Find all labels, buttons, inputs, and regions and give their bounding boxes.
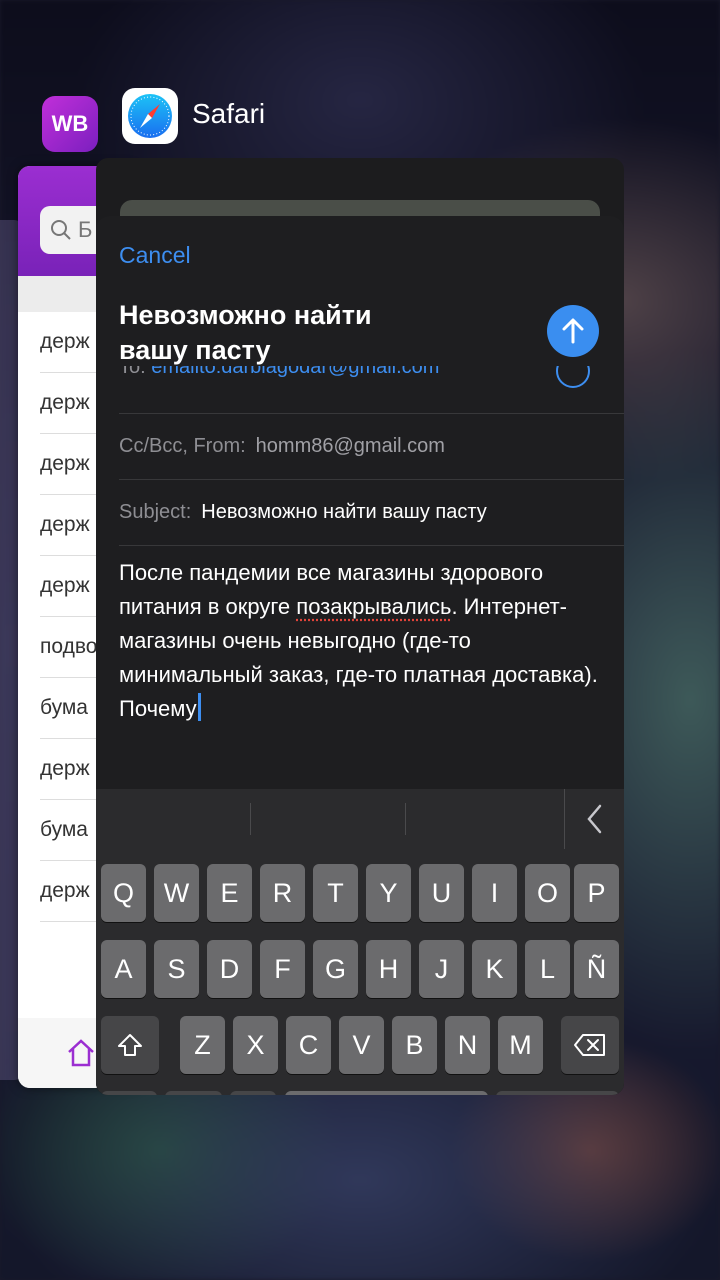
- key-l[interactable]: L: [525, 940, 570, 998]
- return-key[interactable]: intro: [496, 1091, 619, 1095]
- page-title: Невозможно найти вашу пасту: [119, 300, 372, 365]
- shift-key[interactable]: [101, 1016, 159, 1074]
- key-t[interactable]: T: [313, 864, 358, 922]
- key-g[interactable]: G: [313, 940, 358, 998]
- key-w[interactable]: W: [154, 864, 199, 922]
- suggestion-divider: [405, 803, 406, 835]
- globe-key[interactable]: [165, 1091, 222, 1095]
- key-n-tilde[interactable]: Ñ: [574, 940, 619, 998]
- key-z[interactable]: Z: [180, 1016, 225, 1074]
- text-cursor: [197, 693, 201, 721]
- to-label: To:: [119, 366, 146, 378]
- wb-search-text: Б: [78, 217, 93, 242]
- app-switcher-title: Safari: [192, 98, 266, 129]
- cc-from-label: Cc/Bcc, From:: [119, 435, 246, 457]
- safari-app-card[interactable]: Cancel Невозможно найти вашу пасту To: e…: [96, 158, 624, 1095]
- home-icon[interactable]: [66, 1038, 96, 1068]
- from-email[interactable]: homm86@gmail.com: [256, 435, 445, 458]
- suggestion-bar: [96, 789, 624, 849]
- key-k[interactable]: K: [472, 940, 517, 998]
- key-d[interactable]: D: [207, 940, 252, 998]
- numbers-key[interactable]: 123: [101, 1091, 157, 1095]
- key-r[interactable]: R: [260, 864, 305, 922]
- space-key[interactable]: espacio: [285, 1091, 488, 1095]
- key-x[interactable]: X: [233, 1016, 278, 1074]
- key-q[interactable]: Q: [101, 864, 146, 922]
- compass-icon: [128, 94, 172, 138]
- key-f[interactable]: F: [260, 940, 305, 998]
- send-button[interactable]: [547, 305, 599, 357]
- key-c[interactable]: C: [286, 1016, 331, 1074]
- shift-icon: [118, 1034, 142, 1056]
- keyboard: Q W E R T Y U I O P A S D F G H J K L Ñ: [96, 789, 624, 1095]
- safari-app-icon: [122, 88, 178, 144]
- key-o[interactable]: O: [525, 864, 570, 922]
- key-m[interactable]: M: [498, 1016, 543, 1074]
- to-field[interactable]: To: emailto:darblagodar@gmail.com: [119, 366, 624, 414]
- add-contact-icon[interactable]: [556, 366, 590, 388]
- cancel-button[interactable]: Cancel: [119, 242, 191, 269]
- suggestion-divider: [250, 803, 251, 835]
- wb-app-icon: WB: [42, 96, 98, 152]
- key-e[interactable]: E: [207, 864, 252, 922]
- subject-field[interactable]: Subject: Невозможно найти вашу пасту: [119, 480, 624, 546]
- dictation-key[interactable]: [230, 1091, 276, 1095]
- misspelled-word[interactable]: позакрывались: [296, 594, 451, 619]
- chevron-left-icon: [586, 804, 601, 834]
- collapse-suggestions-button[interactable]: [564, 789, 624, 849]
- key-i[interactable]: I: [472, 864, 517, 922]
- key-j[interactable]: J: [419, 940, 464, 998]
- cc-from-field[interactable]: Cc/Bcc, From: homm86@gmail.com: [119, 414, 624, 480]
- key-b[interactable]: B: [392, 1016, 437, 1074]
- mail-compose-sheet: Cancel Невозможно найти вашу пасту To: e…: [96, 216, 624, 1095]
- key-h[interactable]: H: [366, 940, 411, 998]
- backspace-key[interactable]: [561, 1016, 619, 1074]
- search-icon: [51, 220, 71, 240]
- subject-label: Subject:: [119, 501, 192, 523]
- key-p[interactable]: P: [574, 864, 619, 922]
- arrow-up-icon: [562, 318, 584, 344]
- key-u[interactable]: U: [419, 864, 464, 922]
- key-n[interactable]: N: [445, 1016, 490, 1074]
- key-y[interactable]: Y: [366, 864, 411, 922]
- to-recipient[interactable]: emailto:darblagodar@gmail.com: [151, 366, 439, 378]
- key-v[interactable]: V: [339, 1016, 384, 1074]
- message-body[interactable]: После пандемии все магазины здорового пи…: [119, 556, 609, 726]
- key-s[interactable]: S: [154, 940, 199, 998]
- backspace-icon: [574, 1034, 605, 1056]
- key-a[interactable]: A: [101, 940, 146, 998]
- subject-input[interactable]: Невозможно найти вашу пасту: [201, 501, 486, 524]
